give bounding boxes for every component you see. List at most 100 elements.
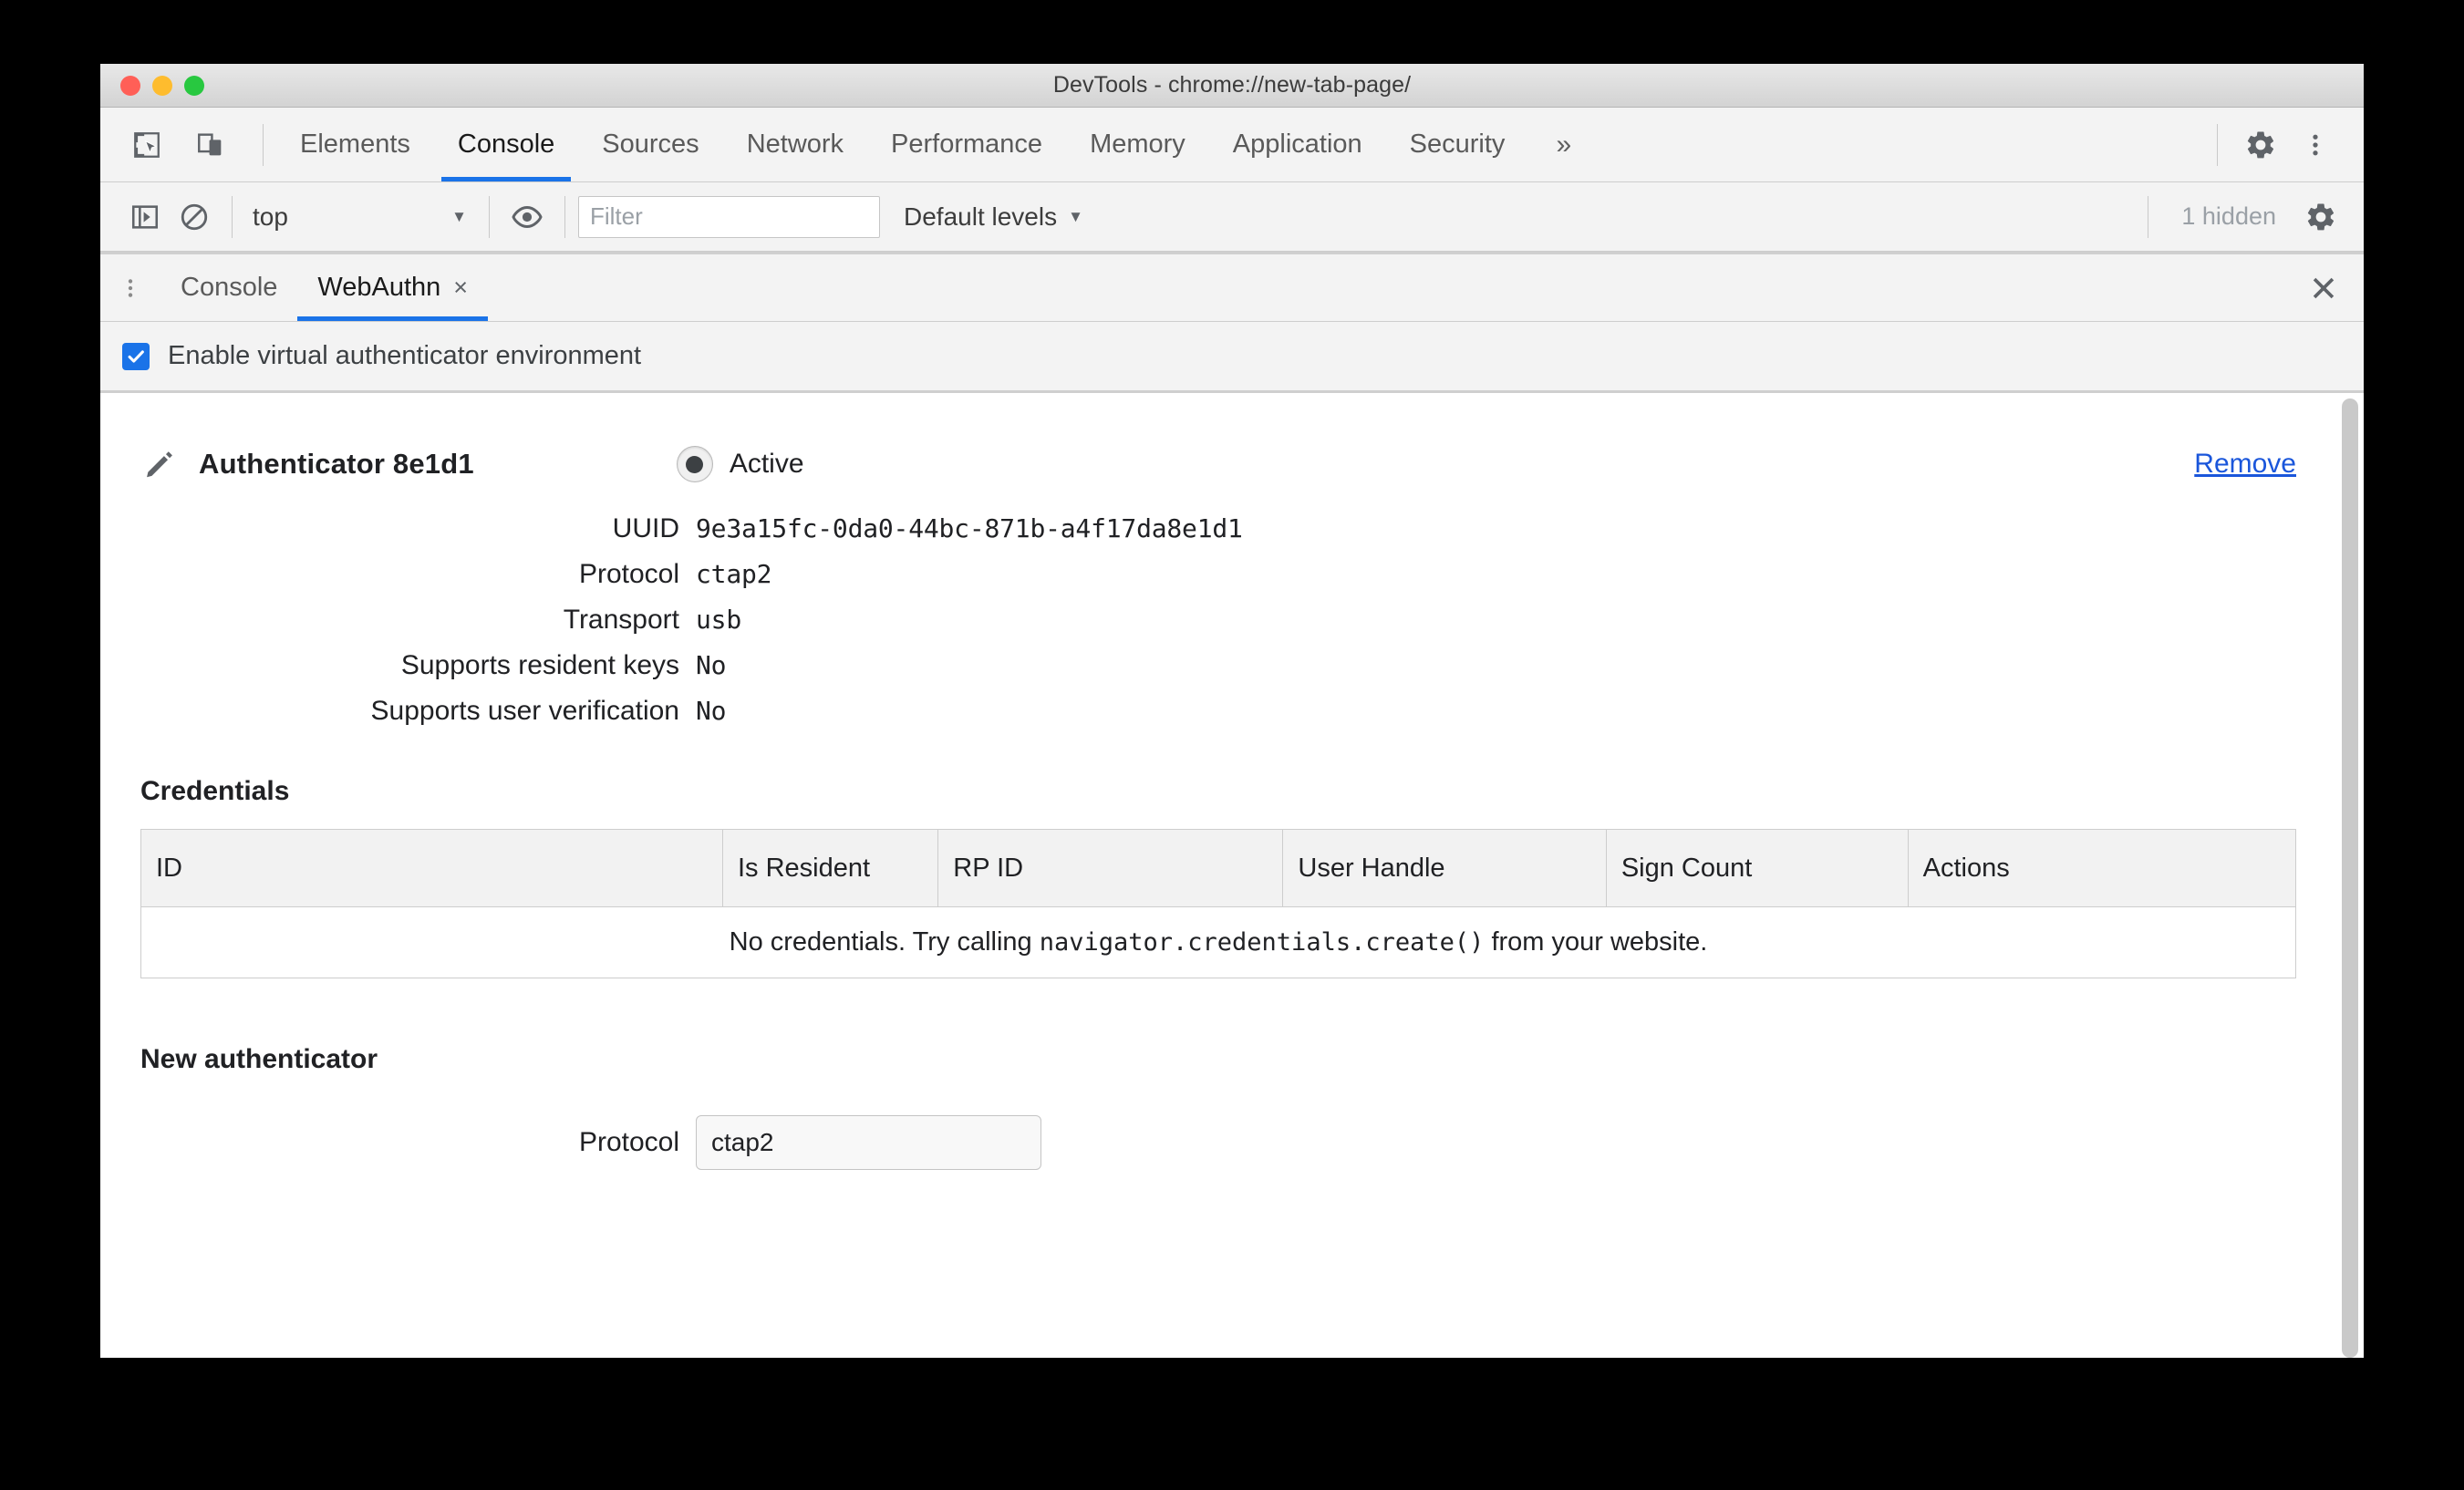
enable-virtual-authenticator-checkbox[interactable]: [122, 342, 150, 370]
close-window-button[interactable]: [120, 75, 140, 96]
execution-context-selector[interactable]: top ▼: [245, 196, 476, 238]
active-radio-label: Active: [729, 449, 804, 479]
empty-suffix: from your website.: [1484, 927, 1708, 957]
tab-sources[interactable]: Sources: [578, 108, 722, 181]
webauthn-content: Authenticator 8e1d1 Active Remove UUID 9…: [100, 393, 2336, 1358]
enable-virtual-authenticator-row[interactable]: Enable virtual authenticator environment: [100, 322, 2364, 393]
tab-label: Console: [457, 129, 555, 159]
tab-label: Elements: [300, 129, 410, 159]
remove-authenticator-link[interactable]: Remove: [2194, 449, 2296, 480]
field-row-resident-keys: Supports resident keys No: [100, 650, 2336, 681]
scrollbar-thumb[interactable]: [2342, 398, 2358, 1358]
field-row-protocol: Protocol ctap2: [100, 559, 2336, 590]
console-divider-3: [564, 195, 565, 238]
field-label: Supports user verification: [370, 696, 680, 726]
credentials-heading: Credentials: [140, 776, 290, 806]
column-header-id[interactable]: ID: [140, 829, 723, 907]
live-expression-icon[interactable]: [502, 192, 552, 242]
column-header-actions[interactable]: Actions: [1908, 829, 2296, 907]
tab-label: Network: [746, 129, 844, 159]
console-settings-gear-icon[interactable]: [2296, 192, 2345, 242]
tab-security[interactable]: Security: [1386, 108, 1529, 181]
new-authenticator-protocol-row: Protocol ctap2: [100, 1115, 2336, 1170]
tab-performance[interactable]: Performance: [867, 108, 1066, 181]
webauthn-scrollbar[interactable]: [2336, 393, 2364, 1358]
column-header-sign-count[interactable]: Sign Count: [1606, 829, 1909, 907]
inspect-element-icon[interactable]: [122, 120, 171, 170]
field-row-transport: Transport usb: [100, 605, 2336, 636]
drawer-tabbar: Console WebAuthn ×: [100, 254, 2364, 322]
column-header-is-resident[interactable]: Is Resident: [722, 829, 939, 907]
enable-virtual-authenticator-label: Enable virtual authenticator environment: [168, 341, 642, 370]
new-authenticator-protocol-label: Protocol: [578, 1127, 679, 1157]
field-value: No: [696, 650, 727, 680]
toolbar-right-icons: [2204, 108, 2364, 181]
field-row-user-verification: Supports user verification No: [100, 696, 2336, 727]
field-label: Supports resident keys: [400, 650, 679, 680]
radio-dot: [686, 455, 704, 473]
window-titlebar: DevTools - chrome://new-tab-page/: [100, 64, 2364, 108]
pencil-edit-icon[interactable]: [140, 447, 179, 481]
log-level-label: Default levels: [904, 202, 1058, 231]
toolbar-divider: [263, 123, 264, 166]
tab-elements[interactable]: Elements: [276, 108, 434, 181]
field-value: usb: [696, 605, 741, 635]
field-value: ctap2: [696, 559, 772, 589]
tab-label: Security: [1409, 129, 1506, 159]
active-radio-button[interactable]: [676, 446, 713, 482]
credentials-header-row: ID Is Resident RP ID User Handle Sign Co…: [140, 829, 2296, 907]
tab-label: Memory: [1090, 129, 1185, 159]
toolbar-right-divider: [2217, 123, 2218, 166]
filter-input[interactable]: Filter: [578, 195, 880, 238]
field-label: UUID: [612, 513, 679, 543]
credentials-table: ID Is Resident RP ID User Handle Sign Co…: [140, 829, 2296, 978]
field-label: Transport: [563, 605, 679, 635]
panel-tabs: Elements Console Sources Network Perform…: [276, 108, 2204, 181]
devtools-window: DevTools - chrome://new-tab-page/ Elemen…: [100, 64, 2364, 1358]
gear-icon[interactable]: [2236, 120, 2285, 170]
close-icon[interactable]: ×: [453, 275, 468, 300]
window-title: DevTools - chrome://new-tab-page/: [1052, 72, 1412, 98]
more-tabs-icon[interactable]: »: [1528, 108, 1599, 181]
new-authenticator-protocol-select[interactable]: ctap2: [696, 1115, 1041, 1170]
tab-network[interactable]: Network: [723, 108, 867, 181]
tab-memory[interactable]: Memory: [1066, 108, 1209, 181]
log-level-selector[interactable]: Default levels ▼: [904, 202, 1083, 232]
hidden-messages-count: 1 hidden: [2181, 202, 2276, 230]
close-drawer-button[interactable]: [2283, 254, 2364, 321]
tab-application[interactable]: Application: [1209, 108, 1386, 181]
drawer-tab-label: WebAuthn: [317, 273, 441, 302]
console-divider-1: [232, 195, 233, 238]
credentials-table-body: No credentials. Try calling navigator.cr…: [140, 906, 2296, 978]
column-header-rp-id[interactable]: RP ID: [937, 829, 1284, 907]
tab-label: Application: [1232, 129, 1362, 159]
chevron-down-icon: ▼: [451, 207, 467, 225]
credentials-empty-row: No credentials. Try calling navigator.cr…: [140, 906, 2296, 978]
device-toolbar-icon[interactable]: [186, 120, 235, 170]
minimize-window-button[interactable]: [152, 75, 172, 96]
zoom-window-button[interactable]: [184, 75, 204, 96]
drawer-tab-webauthn[interactable]: WebAuthn ×: [297, 254, 488, 321]
new-authenticator-heading: New authenticator: [140, 1044, 378, 1074]
more-tabs-glyph: »: [1556, 129, 1572, 160]
drawer-more-options-icon[interactable]: [100, 254, 160, 321]
tab-console[interactable]: Console: [434, 108, 578, 181]
console-toolbar-right: 1 hidden: [2135, 192, 2345, 242]
column-header-user-handle[interactable]: User Handle: [1282, 829, 1607, 907]
tab-label: Performance: [891, 129, 1043, 159]
authenticator-header: Authenticator 8e1d1 Active Remove: [100, 446, 2336, 482]
drawer-tab-console[interactable]: Console: [160, 254, 297, 321]
field-label: Protocol: [578, 559, 679, 589]
clear-console-icon[interactable]: [170, 192, 219, 242]
authenticator-active-radio-group[interactable]: Active: [676, 446, 804, 482]
traffic-lights: [120, 75, 204, 96]
chevron-down-icon: ▼: [1068, 207, 1083, 225]
show-console-sidebar-icon[interactable]: [120, 192, 170, 242]
execution-context-value: top: [253, 202, 288, 231]
field-value: 9e3a15fc-0da0-44bc-871b-a4f17da8e1d1: [696, 513, 1243, 543]
drawer-tab-label: Console: [181, 273, 278, 302]
console-toolbar: top ▼ Filter Default levels ▼ 1 hidden: [100, 182, 2364, 252]
kebab-menu-icon[interactable]: [2291, 120, 2340, 170]
field-row-uuid: UUID 9e3a15fc-0da0-44bc-871b-a4f17da8e1d…: [100, 513, 2336, 544]
authenticator-fields: UUID 9e3a15fc-0da0-44bc-871b-a4f17da8e1d…: [100, 513, 2336, 727]
